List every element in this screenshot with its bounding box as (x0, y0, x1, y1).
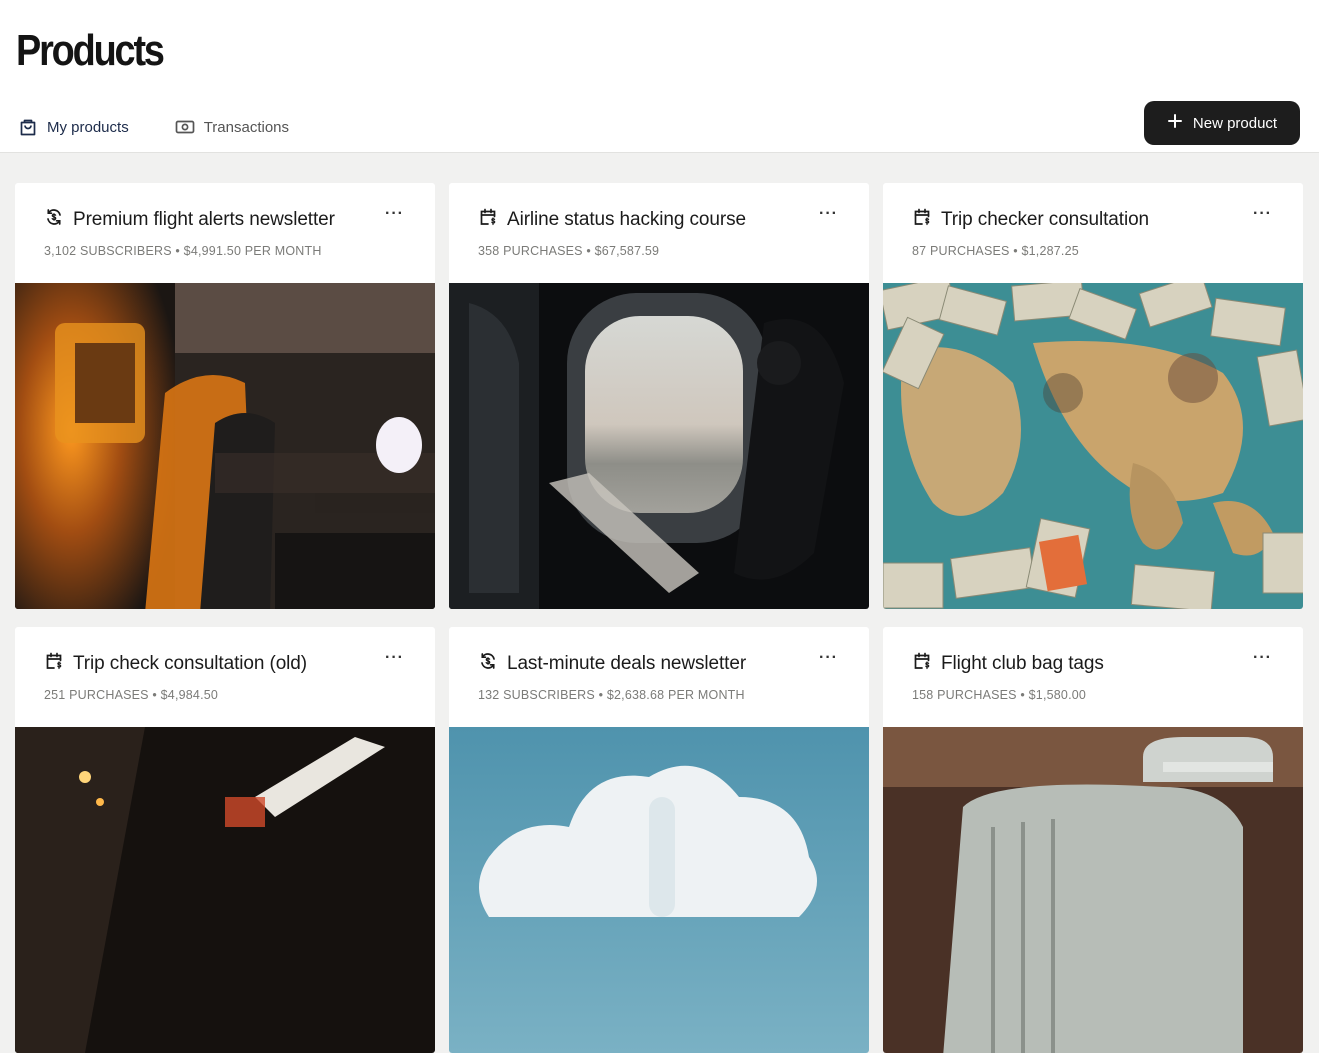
more-options-button[interactable]: ··· (385, 649, 404, 667)
card-header: Trip check consultation (old) 251 PURCHA… (15, 627, 435, 727)
product-image (883, 727, 1303, 1053)
recurring-icon (44, 207, 64, 232)
card-header: Trip checker consultation 87 PURCHASES •… (883, 183, 1303, 283)
card-header: Airline status hacking course 358 PURCHA… (449, 183, 869, 283)
product-image (15, 283, 435, 609)
tab-transactions[interactable]: Transactions (175, 112, 289, 142)
product-title: Trip check consultation (old) (73, 652, 307, 674)
product-card[interactable]: Flight club bag tags 158 PURCHASES • $1,… (883, 627, 1303, 1053)
card-header: Last-minute deals newsletter 132 SUBSCRI… (449, 627, 869, 727)
more-options-button[interactable]: ··· (819, 205, 838, 223)
more-options-button[interactable]: ··· (1253, 649, 1272, 667)
product-stats: 358 PURCHASES • $67,587.59 (478, 244, 660, 258)
product-image (449, 283, 869, 609)
product-title: Premium flight alerts newsletter (73, 208, 335, 230)
card-header: Premium flight alerts newsletter 3,102 S… (15, 183, 435, 283)
card-header: Flight club bag tags 158 PURCHASES • $1,… (883, 627, 1303, 727)
product-card[interactable]: Last-minute deals newsletter 132 SUBSCRI… (449, 627, 869, 1053)
product-image (449, 727, 869, 1053)
product-stats: 132 SUBSCRIBERS • $2,638.68 PER MONTH (478, 688, 745, 702)
shopping-bag-icon (18, 117, 38, 137)
calendar-dollar-icon (478, 207, 498, 232)
calendar-dollar-icon (912, 651, 932, 676)
product-card[interactable]: Trip checker consultation 87 PURCHASES •… (883, 183, 1303, 609)
new-product-label: New product (1192, 114, 1278, 132)
tab-label: My products (47, 118, 129, 136)
product-stats: 87 PURCHASES • $1,287.25 (912, 244, 1079, 258)
product-title: Flight club bag tags (941, 652, 1104, 674)
calendar-dollar-icon (912, 207, 932, 232)
plus-icon (1167, 113, 1183, 133)
calendar-dollar-icon (44, 651, 64, 676)
more-options-button[interactable]: ··· (1253, 205, 1272, 223)
product-card[interactable]: Premium flight alerts newsletter 3,102 S… (15, 183, 435, 609)
product-image (883, 283, 1303, 609)
recurring-icon (478, 651, 498, 676)
product-card[interactable]: Airline status hacking course 358 PURCHA… (449, 183, 869, 609)
product-image (15, 727, 435, 1053)
tab-bar: My products Transactions (18, 112, 335, 142)
tab-label: Transactions (203, 118, 290, 136)
page-header: Products My products Transactions New pr… (0, 0, 1319, 153)
product-title: Trip checker consultation (941, 208, 1150, 230)
page-title: Products (16, 26, 165, 75)
product-stats: 3,102 SUBSCRIBERS • $4,991.50 PER MONTH (44, 244, 322, 258)
more-options-button[interactable]: ··· (385, 205, 404, 223)
more-options-button[interactable]: ··· (819, 649, 838, 667)
product-title: Airline status hacking course (507, 208, 746, 230)
tab-my-products[interactable]: My products (18, 112, 129, 142)
product-title: Last-minute deals newsletter (507, 652, 747, 674)
product-stats: 251 PURCHASES • $4,984.50 (44, 688, 219, 702)
product-stats: 158 PURCHASES • $1,580.00 (912, 688, 1087, 702)
new-product-button[interactable]: New product (1144, 101, 1300, 145)
banknote-icon (175, 117, 195, 137)
product-card[interactable]: Trip check consultation (old) 251 PURCHA… (15, 627, 435, 1053)
